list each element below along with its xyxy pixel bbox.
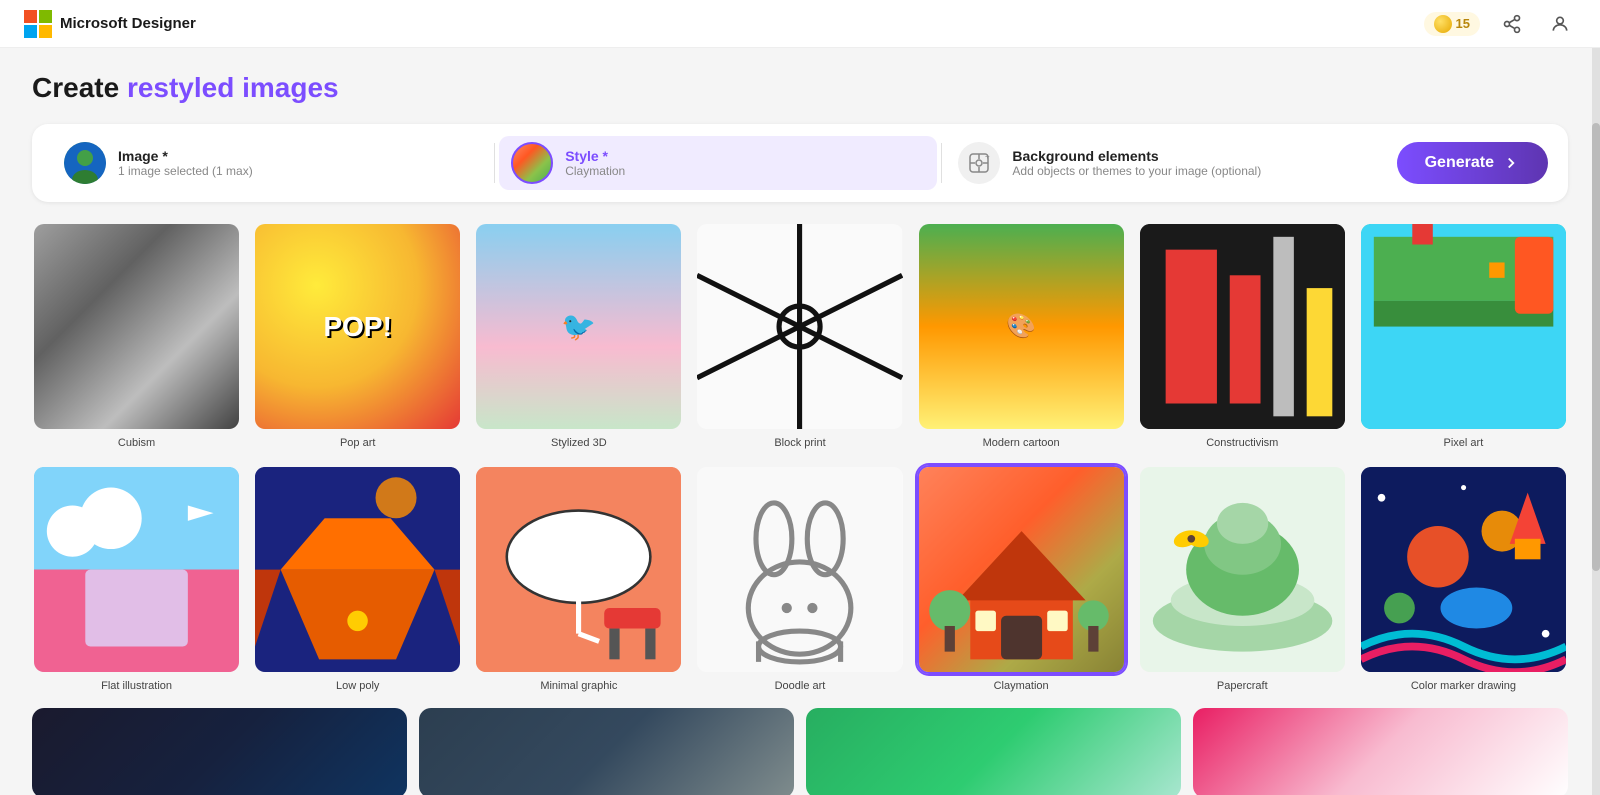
style-thumb-papercraft (1138, 465, 1347, 674)
style-name-flat-illustration: Flat illustration (101, 680, 172, 692)
style-name-stylized-3d: Stylized 3D (551, 437, 607, 449)
divider-1 (494, 143, 495, 183)
coin-icon (1434, 15, 1452, 33)
style-thumb-color-marker-drawing (1359, 465, 1568, 674)
style-name-cubism: Cubism (118, 437, 155, 449)
background-label: Background elements (1012, 148, 1261, 164)
style-item-low-poly[interactable]: Low poly (253, 465, 462, 692)
background-sublabel: Add objects or themes to your image (opt… (1012, 164, 1261, 178)
preview-thumb-3 (806, 708, 1181, 795)
style-thumb-pixel-art (1359, 222, 1568, 431)
image-sublabel: 1 image selected (1 max) (118, 164, 253, 178)
image-section[interactable]: Image * 1 image selected (1 max) (52, 136, 490, 190)
style-grid-row1: Cubism POP! Pop art 🐦 Stylized 3D (32, 222, 1568, 449)
style-item-pixel-art[interactable]: Pixel art (1359, 222, 1568, 449)
style-item-minimal-graphic[interactable]: Minimal graphic (474, 465, 683, 692)
background-text: Background elements Add objects or theme… (1012, 148, 1261, 178)
style-name-constructivism: Constructivism (1206, 437, 1278, 449)
style-name-pixel-art: Pixel art (1444, 437, 1484, 449)
style-thumb-low-poly (253, 465, 462, 674)
scrollbar-thumb[interactable] (1592, 123, 1600, 571)
scrollbar[interactable] (1592, 48, 1600, 795)
background-section[interactable]: + Background elements Add objects or the… (946, 136, 1384, 190)
style-thumb-cubism (32, 222, 241, 431)
style-thumb-pop-art: POP! (253, 222, 462, 431)
app-title: Microsoft Designer (60, 15, 196, 32)
style-thumb-claymation (917, 465, 1126, 674)
style-text: Style * Claymation (565, 148, 625, 178)
style-thumb-stylized-3d: 🐦 (474, 222, 683, 431)
header-left: Microsoft Designer (24, 10, 196, 38)
style-name-claymation: Claymation (994, 680, 1049, 692)
coins-badge: 15 (1424, 12, 1480, 36)
style-item-flat-illustration[interactable]: Flat illustration (32, 465, 241, 692)
preview-thumb-4 (1193, 708, 1568, 795)
logo-icon (24, 10, 52, 38)
style-section[interactable]: Style * Claymation (499, 136, 937, 190)
preview-thumb-1 (32, 708, 407, 795)
style-item-pop-art[interactable]: POP! Pop art (253, 222, 462, 449)
title-static: Create (32, 72, 127, 103)
style-item-constructivism[interactable]: Constructivism (1138, 222, 1347, 449)
image-label: Image * (118, 148, 253, 164)
style-item-papercraft[interactable]: Papercraft (1138, 465, 1347, 692)
style-item-color-marker-drawing[interactable]: Color marker drawing (1359, 465, 1568, 692)
header: Microsoft Designer 15 (0, 0, 1600, 48)
style-name-color-marker-drawing: Color marker drawing (1411, 680, 1516, 692)
share-button[interactable] (1496, 8, 1528, 40)
style-item-block-print[interactable]: Block print (695, 222, 904, 449)
style-name-papercraft: Papercraft (1217, 680, 1268, 692)
profile-button[interactable] (1544, 8, 1576, 40)
style-name-block-print: Block print (774, 437, 825, 449)
control-panel: Image * 1 image selected (1 max) Style *… (32, 124, 1568, 202)
preview-thumb-2 (419, 708, 794, 795)
style-name-pop-art: Pop art (340, 437, 375, 449)
svg-text:+: + (985, 152, 990, 161)
style-item-doodle-art[interactable]: Doodle art (695, 465, 904, 692)
style-thumb-minimal-graphic (474, 465, 683, 674)
style-item-claymation[interactable]: Claymation (917, 465, 1126, 692)
style-grid-row2: Flat illustration Lo (32, 465, 1568, 692)
generate-button[interactable]: Generate (1397, 142, 1548, 184)
style-thumb-block-print (695, 222, 904, 431)
style-thumb-flat-illustration (32, 465, 241, 674)
style-thumb-constructivism (1138, 222, 1347, 431)
style-label: Style * (565, 148, 625, 164)
style-name-minimal-graphic: Minimal graphic (540, 680, 617, 692)
style-thumb-modern-cartoon: 🎨 (917, 222, 1126, 431)
background-icon: + (958, 142, 1000, 184)
style-name-modern-cartoon: Modern cartoon (983, 437, 1060, 449)
preview-row-1 (32, 708, 1568, 795)
style-name-low-poly: Low poly (336, 680, 379, 692)
style-thumb-doodle-art (695, 465, 904, 674)
divider-2 (941, 143, 942, 183)
style-item-cubism[interactable]: Cubism (32, 222, 241, 449)
style-sublabel: Claymation (565, 164, 625, 178)
title-accent: restyled images (127, 72, 339, 103)
image-text: Image * 1 image selected (1 max) (118, 148, 253, 178)
coins-count: 15 (1456, 16, 1470, 31)
header-right: 15 (1424, 8, 1576, 40)
style-name-doodle-art: Doodle art (775, 680, 826, 692)
user-avatar (64, 142, 106, 184)
generate-label: Generate (1425, 154, 1494, 172)
page-title: Create restyled images (32, 72, 1568, 104)
style-item-stylized-3d[interactable]: 🐦 Stylized 3D (474, 222, 683, 449)
page-content: Create restyled images Image * 1 image s… (0, 48, 1600, 795)
style-preview-thumb (511, 142, 553, 184)
style-item-modern-cartoon[interactable]: 🎨 Modern cartoon (917, 222, 1126, 449)
